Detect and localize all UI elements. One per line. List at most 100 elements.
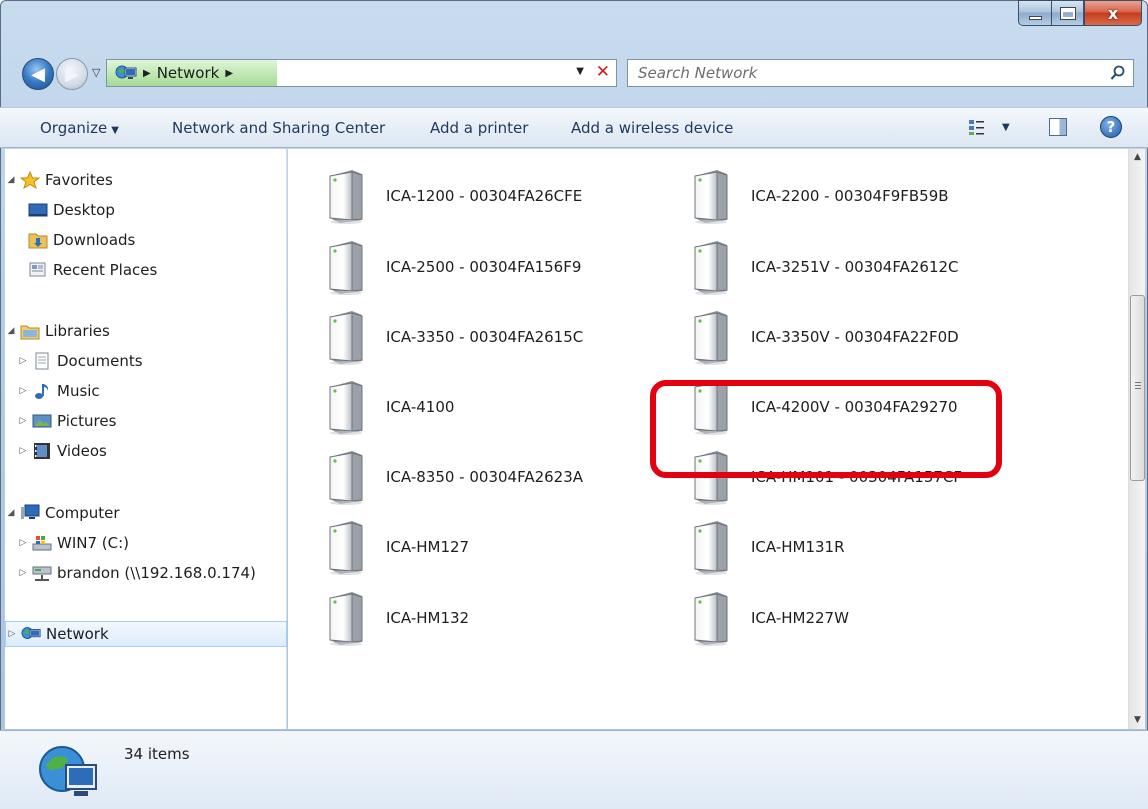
- network-icon: [115, 65, 137, 79]
- device-name: ICA-2200 - 00304F9FB59B: [751, 187, 949, 205]
- nav-videos-label: Videos: [57, 442, 107, 460]
- nav-network-share[interactable]: ▷ brandon (\\192.168.0.174): [17, 560, 256, 586]
- scroll-up-icon[interactable]: ▲: [1129, 149, 1146, 166]
- details-pane: 34 items: [0, 730, 1148, 809]
- breadcrumb-chevron-icon[interactable]: ▶: [225, 68, 233, 79]
- close-button[interactable]: x: [1084, 0, 1142, 26]
- grip-icon: [1135, 382, 1141, 389]
- search-input[interactable]: Search Network: [628, 64, 757, 82]
- breadcrumb-separator-icon[interactable]: ▶: [143, 68, 151, 79]
- network-device-item[interactable]: ICA-HM131R: [653, 516, 983, 578]
- device-name: ICA-HM131R: [751, 538, 845, 556]
- nav-desktop-label: Desktop: [53, 201, 115, 219]
- navigation-pane: ◢ Favorites Desktop Downloads Recent Pla…: [5, 149, 287, 729]
- breadcrumb-network[interactable]: Network: [157, 64, 220, 82]
- nav-libraries[interactable]: ◢ Libraries: [5, 318, 110, 344]
- minimize-button[interactable]: [1018, 0, 1051, 26]
- minimize-icon: [1028, 15, 1042, 20]
- nav-documents[interactable]: ▷ Documents: [17, 348, 143, 374]
- network-device-item[interactable]: ICA-HM227W: [653, 587, 983, 649]
- nav-win7-label: WIN7 (C:): [57, 534, 130, 552]
- back-button[interactable]: ◀: [22, 58, 54, 90]
- network-device-item[interactable]: ICA-3251V - 00304FA2612C: [653, 236, 983, 298]
- nav-pictures-label: Pictures: [57, 412, 117, 430]
- search-box[interactable]: Search Network: [627, 59, 1134, 87]
- maximize-icon: [1059, 6, 1076, 20]
- preview-pane-icon[interactable]: [1049, 118, 1067, 136]
- device-name: ICA-HM132: [386, 609, 470, 627]
- music-icon: [35, 384, 49, 399]
- network-device-icon: [329, 311, 363, 365]
- network-device-item[interactable]: ICA-8350 - 00304FA2623A: [288, 446, 618, 508]
- recent-pages-dropdown-icon[interactable]: ▽: [92, 66, 100, 79]
- collapsed-arrow-icon[interactable]: ▷: [17, 386, 29, 396]
- network-device-item[interactable]: ICA-3350 - 00304FA2615C: [288, 306, 618, 368]
- collapsed-arrow-icon[interactable]: ▷: [17, 538, 29, 548]
- star-icon: [20, 171, 40, 189]
- add-printer-button[interactable]: Add a printer: [430, 119, 528, 137]
- nav-documents-label: Documents: [57, 352, 143, 370]
- change-view-icon[interactable]: [968, 118, 986, 136]
- network-icon: [21, 627, 41, 639]
- nav-recent-places[interactable]: Recent Places: [25, 257, 157, 283]
- nav-desktop[interactable]: Desktop: [25, 197, 115, 223]
- address-dropdown-icon[interactable]: ▼: [576, 66, 584, 77]
- chevron-down-icon: ▼: [111, 125, 119, 136]
- device-name: ICA-3350 - 00304FA2615C: [386, 328, 584, 346]
- nav-pictures[interactable]: ▷ Pictures: [17, 408, 117, 434]
- expanded-arrow-icon[interactable]: ◢: [5, 508, 17, 518]
- network-device-icon: [694, 311, 728, 365]
- nav-libraries-label: Libraries: [45, 322, 110, 340]
- expanded-arrow-icon[interactable]: ◢: [5, 326, 17, 336]
- nav-videos[interactable]: ▷ Videos: [17, 438, 107, 464]
- recent-places-icon: [29, 262, 46, 277]
- network-device-item[interactable]: ICA-4100: [288, 376, 618, 438]
- nav-brandon-label: brandon (\\192.168.0.174): [57, 564, 256, 582]
- nav-network[interactable]: ▷ Network: [5, 621, 287, 647]
- nav-downloads-label: Downloads: [53, 231, 136, 249]
- vertical-scrollbar[interactable]: ▲ ▼: [1128, 149, 1145, 729]
- nav-recent-places-label: Recent Places: [53, 261, 158, 279]
- collapsed-arrow-icon[interactable]: ▷: [17, 356, 29, 366]
- forward-button[interactable]: ▶: [56, 58, 88, 90]
- network-device-item[interactable]: ICA-1200 - 00304FA26CFE: [288, 165, 618, 227]
- network-device-item[interactable]: ICA-3350V - 00304FA22F0D: [653, 306, 983, 368]
- collapsed-arrow-icon[interactable]: ▷: [17, 416, 29, 426]
- network-device-icon: [329, 521, 363, 575]
- address-bar[interactable]: ▶ Network ▶ ▼ ✕: [106, 59, 617, 87]
- view-options-dropdown-icon[interactable]: ▼: [1002, 122, 1010, 133]
- file-list: ICA-1200 - 00304FA26CFE ICA-2200 - 00304F…: [288, 149, 1128, 729]
- nav-win7-drive[interactable]: ▷ WIN7 (C:): [17, 530, 130, 556]
- nav-computer[interactable]: ◢ Computer: [5, 500, 120, 526]
- network-sharing-center-button[interactable]: Network and Sharing Center: [172, 119, 385, 137]
- collapsed-arrow-icon[interactable]: ▷: [17, 568, 29, 578]
- videos-icon: [34, 443, 50, 459]
- nav-favorites[interactable]: ◢ Favorites: [5, 167, 113, 193]
- network-device-icon: [329, 592, 363, 646]
- scroll-down-icon[interactable]: ▼: [1129, 712, 1146, 729]
- nav-music[interactable]: ▷ Music: [17, 378, 100, 404]
- network-device-item[interactable]: ICA-2500 - 00304FA156F9: [288, 236, 618, 298]
- add-wireless-device-button[interactable]: Add a wireless device: [571, 119, 733, 137]
- network-device-icon: [329, 381, 363, 435]
- stop-loading-icon[interactable]: ✕: [596, 62, 610, 82]
- device-name: ICA-1200 - 00304FA26CFE: [386, 187, 583, 205]
- help-icon[interactable]: ?: [1100, 116, 1122, 138]
- network-device-item[interactable]: ICA-HM132: [288, 587, 618, 649]
- nav-network-label: Network: [46, 625, 109, 643]
- organize-menu[interactable]: Organize ▼: [40, 119, 119, 137]
- computer-icon: [21, 504, 40, 519]
- drive-icon: [32, 536, 52, 551]
- maximize-button[interactable]: [1051, 0, 1084, 26]
- collapsed-arrow-icon[interactable]: ▷: [6, 629, 18, 639]
- expanded-arrow-icon[interactable]: ◢: [5, 175, 17, 185]
- downloads-icon: [28, 233, 48, 249]
- network-device-item[interactable]: ICA-HM127: [288, 516, 618, 578]
- window-caption-buttons: x: [1018, 0, 1142, 26]
- network-drive-icon: [32, 566, 52, 581]
- scroll-thumb[interactable]: [1130, 295, 1145, 481]
- search-icon[interactable]: [1110, 65, 1126, 81]
- network-device-item[interactable]: ICA-2200 - 00304F9FB59B: [653, 165, 983, 227]
- nav-downloads[interactable]: Downloads: [25, 227, 135, 253]
- collapsed-arrow-icon[interactable]: ▷: [17, 446, 29, 456]
